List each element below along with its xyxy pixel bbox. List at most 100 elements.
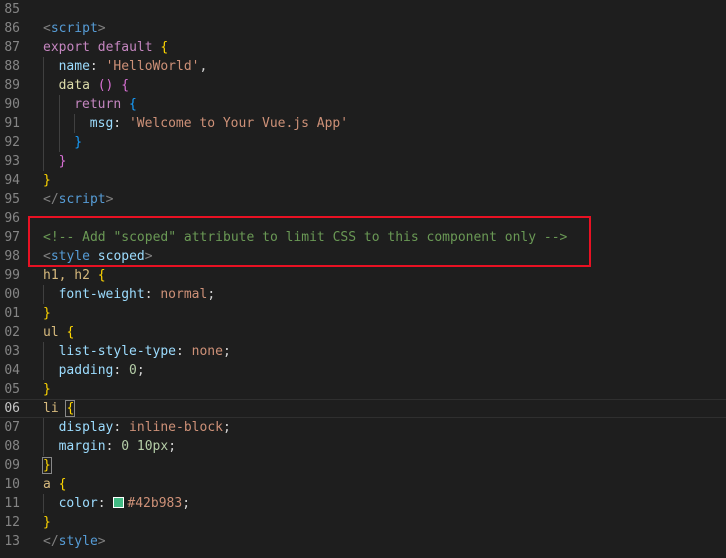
code-token: h1, h2 [43, 268, 90, 283]
code-token: } [74, 135, 83, 150]
code-token: ; [168, 439, 177, 454]
code-line[interactable]: 97 <!-- Add "scoped" attribute to limit C… [0, 228, 726, 247]
code-editor[interactable]: 85 86 <script> 87 export default {88 name: 'H… [0, 0, 726, 558]
code-text: font-weight: normal; [59, 285, 216, 304]
code-token: > [144, 249, 153, 264]
code-line[interactable]: 03 list-style-type: none; [0, 342, 726, 361]
indent-guide [43, 133, 44, 152]
code-line[interactable]: 93} [0, 152, 726, 171]
indent-guide [58, 114, 60, 133]
code-line[interactable]: 96 [0, 209, 726, 228]
line-number: 02 [4, 325, 20, 340]
code-token: } [43, 382, 51, 397]
code-token: return [74, 97, 122, 112]
code-token: script [50, 21, 98, 36]
line-number: 98 [4, 249, 20, 264]
code-text: display: inline-block; [59, 418, 231, 437]
line-number: 95 [4, 192, 20, 207]
line-number: 96 [4, 211, 20, 226]
code-line[interactable]: 89 data () { [0, 76, 726, 95]
line-number: 88 [4, 59, 20, 74]
code-token: msg [89, 116, 114, 131]
code-text: li { [43, 400, 76, 417]
code-text: } [43, 171, 51, 190]
line-number: 05 [4, 382, 20, 397]
code-token: ; [182, 496, 191, 511]
code-line[interactable]: 05} [0, 380, 726, 399]
code-text: <!-- Add "scoped" attribute to limit CSS… [43, 228, 567, 247]
code-line[interactable]: 12} [0, 513, 726, 532]
code-token: 0 [121, 439, 130, 454]
line-number: 86 [4, 21, 20, 36]
code-line[interactable]: 11 color: #42b983; [0, 494, 726, 513]
line-number: 04 [4, 363, 20, 378]
code-text: } [43, 513, 51, 532]
code-line[interactable]: 98 <style scoped> [0, 247, 726, 266]
indent-guide [43, 95, 44, 114]
code-line[interactable]: 90 return { [0, 95, 726, 114]
code-token: : [113, 363, 130, 378]
code-line[interactable]: 07 display: inline-block; [0, 418, 726, 437]
code-token: : [144, 287, 161, 302]
code-token: list-style-type [58, 344, 176, 359]
code-token: none [191, 344, 223, 359]
code-token: name [58, 59, 90, 74]
code-line[interactable]: 86 <script> [0, 19, 726, 38]
code-line[interactable]: 95 </script> [0, 190, 726, 209]
code-token: <!-- Add "scoped" attribute to limit CSS… [43, 230, 568, 245]
code-token: data [58, 78, 90, 93]
color-swatch-icon[interactable] [113, 497, 125, 508]
line-number: 97 [4, 230, 20, 245]
code-line[interactable]: 88 name: 'HelloWorld', [0, 57, 726, 76]
line-number: 01 [4, 306, 20, 321]
code-token: < [43, 249, 51, 264]
code-line[interactable]: 09} [0, 456, 726, 475]
code-line[interactable]: 08 margin: 0 10px; [0, 437, 726, 456]
code-line[interactable]: 94} [0, 171, 726, 190]
code-token: #42b983 [127, 496, 183, 511]
code-text: data () { [59, 76, 129, 95]
code-text: <style scoped> [43, 247, 153, 266]
indent-guide [43, 437, 44, 456]
code-line[interactable]: 00 font-weight: normal; [0, 285, 726, 304]
code-token: : [97, 496, 114, 511]
line-number: 93 [4, 154, 20, 169]
code-line[interactable]: 92} [0, 133, 726, 152]
code-token: ; [222, 420, 231, 435]
line-number: 06 [4, 401, 20, 416]
code-text: margin: 0 10px; [59, 437, 176, 456]
code-token: } [43, 173, 51, 188]
code-line[interactable]: 85 [0, 0, 726, 19]
code-text: } [74, 133, 82, 152]
indent-guide [43, 494, 44, 513]
code-token: color [58, 496, 98, 511]
code-token: { [128, 97, 137, 112]
code-line[interactable]: 99 h1, h2 { [0, 266, 726, 285]
code-line[interactable]: 01} [0, 304, 726, 323]
indent-guide [43, 418, 44, 437]
code-text: </script> [43, 190, 113, 209]
indent-guide [43, 114, 44, 133]
code-token: : [113, 116, 129, 131]
code-line[interactable]: 91 msg: 'Welcome to Your Vue.js App' [0, 114, 726, 133]
code-line[interactable]: 04 padding: 0; [0, 361, 726, 380]
code-token: script [58, 192, 106, 207]
code-token: { [66, 325, 75, 340]
line-number: 09 [4, 458, 20, 473]
code-token: : [113, 420, 130, 435]
code-line[interactable]: 87 export default { [0, 38, 726, 57]
code-line[interactable]: 02 ul { [0, 323, 726, 342]
code-token: style [58, 534, 98, 549]
code-token: > [97, 21, 106, 36]
code-line[interactable]: 10 a { [0, 475, 726, 494]
matching-bracket: } [42, 457, 52, 474]
code-text: } [43, 304, 51, 323]
code-token: ; [136, 363, 145, 378]
code-line[interactable]: 06 li { [0, 399, 726, 418]
code-text: a { [43, 475, 66, 494]
code-line[interactable]: 13 </style> [0, 532, 726, 551]
line-number: 87 [4, 40, 20, 55]
matching-bracket: { [65, 400, 76, 417]
